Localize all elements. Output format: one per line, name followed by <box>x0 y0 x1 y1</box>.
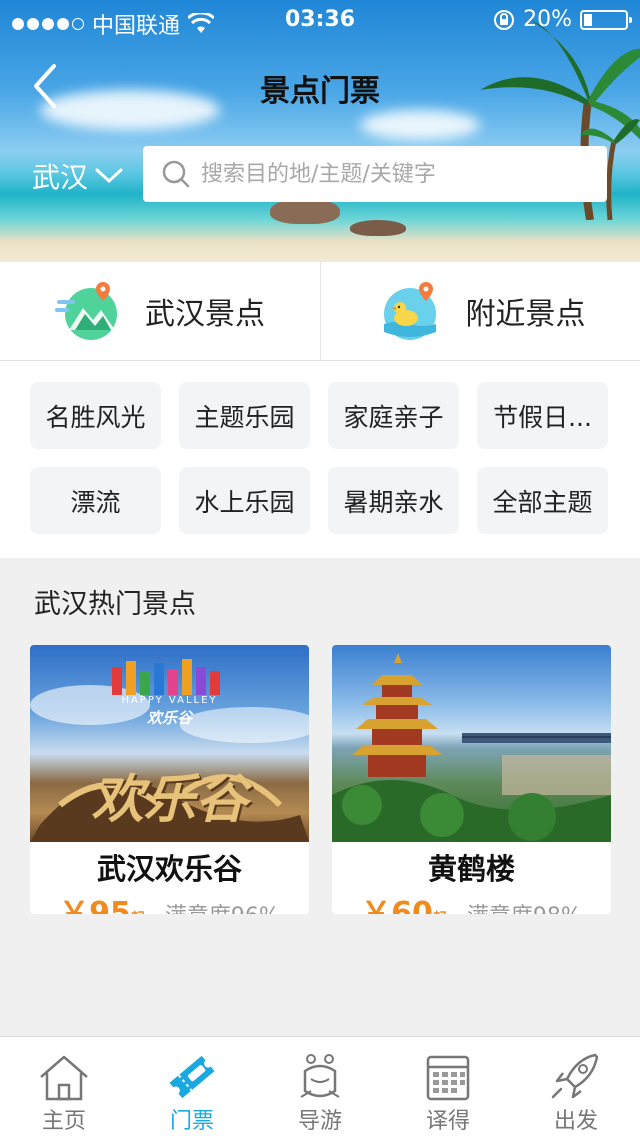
status-bar: 中国联通 03:36 20% <box>0 0 640 40</box>
search-box[interactable] <box>143 146 607 202</box>
price-suffix: 起 <box>131 911 145 914</box>
spot-name: 武汉欢乐谷 <box>96 852 242 886</box>
spot-satisfaction: 满意度98% <box>467 898 582 914</box>
search-icon <box>162 160 190 188</box>
happy-valley-logo-cn: 欢乐谷 <box>146 709 192 727</box>
theme-chip-scenic[interactable]: 名胜风光 <box>30 382 161 449</box>
spot-meta: ￥60起 满意度98% <box>332 888 611 914</box>
price-suffix: 起 <box>433 911 447 914</box>
theme-chip-rafting[interactable]: 漂流 <box>30 467 161 534</box>
spot-card-happy-valley[interactable]: HAPPY VALLEY 欢乐谷 欢乐谷 武汉欢乐谷 ￥95起 满意度96% <box>30 645 309 914</box>
robot-guide-icon <box>300 1054 340 1098</box>
yellow-crane-tower-illustration <box>332 653 611 842</box>
spot-meta: ￥95起 满意度96% <box>30 888 309 914</box>
tab-label: 导游 <box>297 1109 342 1134</box>
city-label: 武汉 <box>32 161 89 194</box>
tab-depart[interactable]: 出发 <box>512 1037 640 1136</box>
tab-tickets[interactable]: 门票 <box>128 1037 256 1136</box>
city-selector[interactable]: 武汉 <box>32 156 124 196</box>
search-input[interactable] <box>201 161 581 187</box>
category-tiles: 武汉景点 附近景点 <box>0 262 640 361</box>
spot-name: 黄鹤楼 <box>427 852 515 886</box>
spot-price: ￥95起 <box>59 888 145 914</box>
tab-home[interactable]: 主页 <box>0 1037 128 1136</box>
theme-chip-holiday[interactable]: 节假日... <box>477 382 608 449</box>
theme-chip-theme-park[interactable]: 主题乐园 <box>179 382 310 449</box>
category-label: 附近景点 <box>465 297 586 332</box>
spot-price: ￥60起 <box>361 888 447 914</box>
spot-image: HAPPY VALLEY 欢乐谷 欢乐谷 <box>30 645 309 842</box>
theme-chip-all[interactable]: 全部主题 <box>477 467 608 534</box>
tab-label: 出发 <box>553 1109 598 1134</box>
section-title-hot-spots: 武汉热门景点 <box>34 589 196 620</box>
ticket-icon <box>169 1055 215 1099</box>
price-value: 95 <box>89 896 131 914</box>
battery-icon <box>580 9 632 30</box>
category-label: 武汉景点 <box>145 297 265 332</box>
theme-chip-summer-water[interactable]: 暑期亲水 <box>328 467 459 534</box>
mountain-pin-icon <box>55 282 117 340</box>
price-symbol: ￥ <box>59 896 90 914</box>
spot-satisfaction: 满意度96% <box>165 898 280 914</box>
spot-card-yellow-crane-tower[interactable]: 黄鹤楼 ￥60起 满意度98% <box>332 645 611 914</box>
header-banner: 中国联通 03:36 20% 景点门票 武汉 <box>0 0 640 262</box>
status-right: 20% <box>493 7 632 32</box>
category-wuhan-spots[interactable]: 武汉景点 <box>0 262 320 360</box>
rotation-lock-icon <box>494 9 515 30</box>
home-icon <box>40 1055 88 1101</box>
calendar-icon <box>426 1055 470 1101</box>
theme-chip-water-park[interactable]: 水上乐园 <box>179 467 310 534</box>
battery-percent: 20% <box>523 7 572 32</box>
rocket-icon <box>551 1053 599 1099</box>
price-symbol: ￥ <box>361 896 392 914</box>
rock <box>350 220 406 236</box>
happy-valley-sign: 欢乐谷 <box>91 770 248 830</box>
chevron-down-icon <box>95 168 123 184</box>
tab-bar: 主页 门票 导游 译得 出发 <box>0 1036 640 1136</box>
battery-level <box>584 13 592 26</box>
tab-guide[interactable]: 导游 <box>256 1037 384 1136</box>
page-title: 景点门票 <box>260 74 380 109</box>
duck-pin-icon <box>383 282 436 340</box>
nav-bar: 景点门票 <box>0 56 640 116</box>
tab-translate[interactable]: 译得 <box>384 1037 512 1136</box>
tower <box>352 653 442 777</box>
happy-valley-logo <box>112 659 220 695</box>
price-value: 60 <box>391 896 433 914</box>
category-nearby-spots[interactable]: 附近景点 <box>320 262 640 360</box>
theme-row: 漂流 水上乐园 暑期亲水 全部主题 <box>30 467 640 534</box>
theme-chip-family[interactable]: 家庭亲子 <box>328 382 459 449</box>
theme-row: 名胜风光 主题乐园 家庭亲子 节假日... <box>30 382 640 449</box>
spot-image <box>332 645 611 842</box>
tab-label: 主页 <box>41 1109 86 1134</box>
happy-valley-logo-text: HAPPY VALLEY <box>121 695 218 706</box>
tab-label: 译得 <box>425 1109 470 1134</box>
tab-label: 门票 <box>169 1109 214 1134</box>
theme-grid: 名胜风光 主题乐园 家庭亲子 节假日... 漂流 水上乐园 暑期亲水 全部主题 <box>0 361 640 558</box>
